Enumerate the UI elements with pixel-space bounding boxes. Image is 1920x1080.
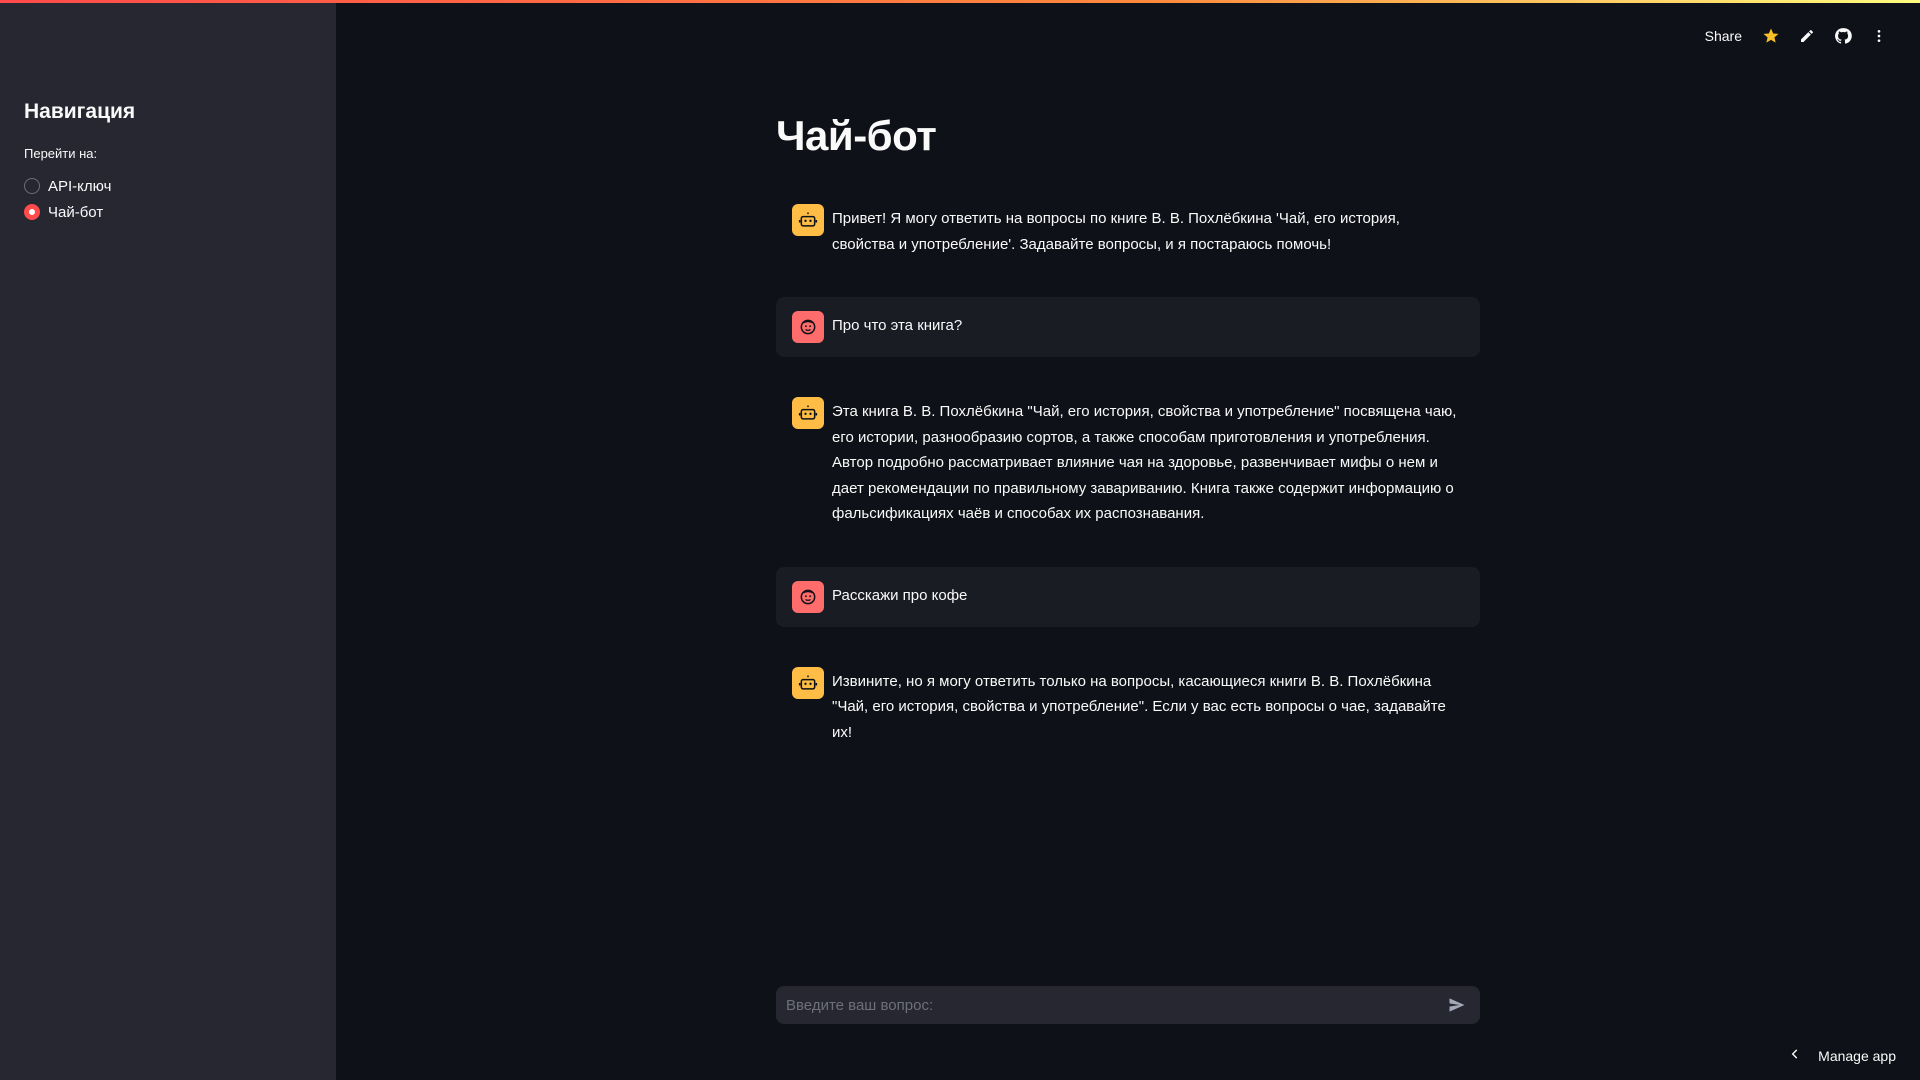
edit-icon[interactable] <box>1796 25 1818 47</box>
radio-option-chat-bot[interactable]: Чай-бот <box>24 199 312 225</box>
bot-avatar-icon <box>792 397 824 429</box>
radio-option-label: API-ключ <box>48 177 112 195</box>
top-decoration-stripe <box>0 0 1920 3</box>
chat-message-user: Про что эта книга? <box>776 297 1480 357</box>
radio-option-label: Чай-бот <box>48 203 104 221</box>
sidebar-title: Навигация <box>24 100 136 123</box>
bot-avatar-icon <box>792 666 824 699</box>
share-button[interactable]: Share <box>1705 28 1742 44</box>
main-content: Чай-бот Привет! Я могу ответить на вопро… <box>776 112 1480 785</box>
chevron-left-icon <box>1788 1047 1802 1066</box>
radio-button-unchecked[interactable] <box>24 178 40 194</box>
chat-message-assistant: Извините, но я могу ответить только на в… <box>776 653 1480 760</box>
chat-message-user: Расскажи про кофе <box>776 566 1480 627</box>
chat-input[interactable] <box>786 996 1444 1014</box>
star-icon[interactable] <box>1760 25 1782 47</box>
github-icon[interactable] <box>1832 25 1854 47</box>
radio-group-label: Перейти на: <box>24 146 98 161</box>
message-text: Эта книга В. В. Похлёбкина "Чай, его ист… <box>832 403 1457 522</box>
chat-input-container <box>776 986 1480 1024</box>
manage-app-label: Manage app <box>1818 1048 1896 1064</box>
more-vertical-icon[interactable] <box>1868 25 1890 47</box>
chat-message-assistant: Эта книга В. В. Похлёбкина "Чай, его ист… <box>776 383 1480 541</box>
page-title: Чай-бот <box>776 112 937 159</box>
radio-option-api-key[interactable]: API-ключ <box>24 173 312 199</box>
message-text: Привет! Я могу ответить на вопросы по кн… <box>832 210 1400 253</box>
message-text: Расскажи про кофе <box>832 586 968 604</box>
bot-avatar-icon <box>792 204 824 236</box>
user-avatar-icon <box>792 580 824 613</box>
manage-app-button[interactable]: Manage app <box>1788 1044 1896 1068</box>
app-toolbar: Share <box>1705 22 1890 50</box>
sidebar: Навигация Перейти на: API-ключ Чай-бот <box>0 0 336 1080</box>
message-text: Извините, но я могу ответить только на в… <box>832 672 1446 741</box>
user-avatar-icon <box>792 311 824 343</box>
message-text: Про что эта книга? <box>832 317 963 334</box>
navigation-radio-group: API-ключ Чай-бот <box>24 173 312 225</box>
send-icon[interactable] <box>1444 992 1470 1018</box>
chat-message-assistant: Привет! Я могу ответить на вопросы по кн… <box>776 190 1480 271</box>
radio-button-checked[interactable] <box>24 204 40 220</box>
